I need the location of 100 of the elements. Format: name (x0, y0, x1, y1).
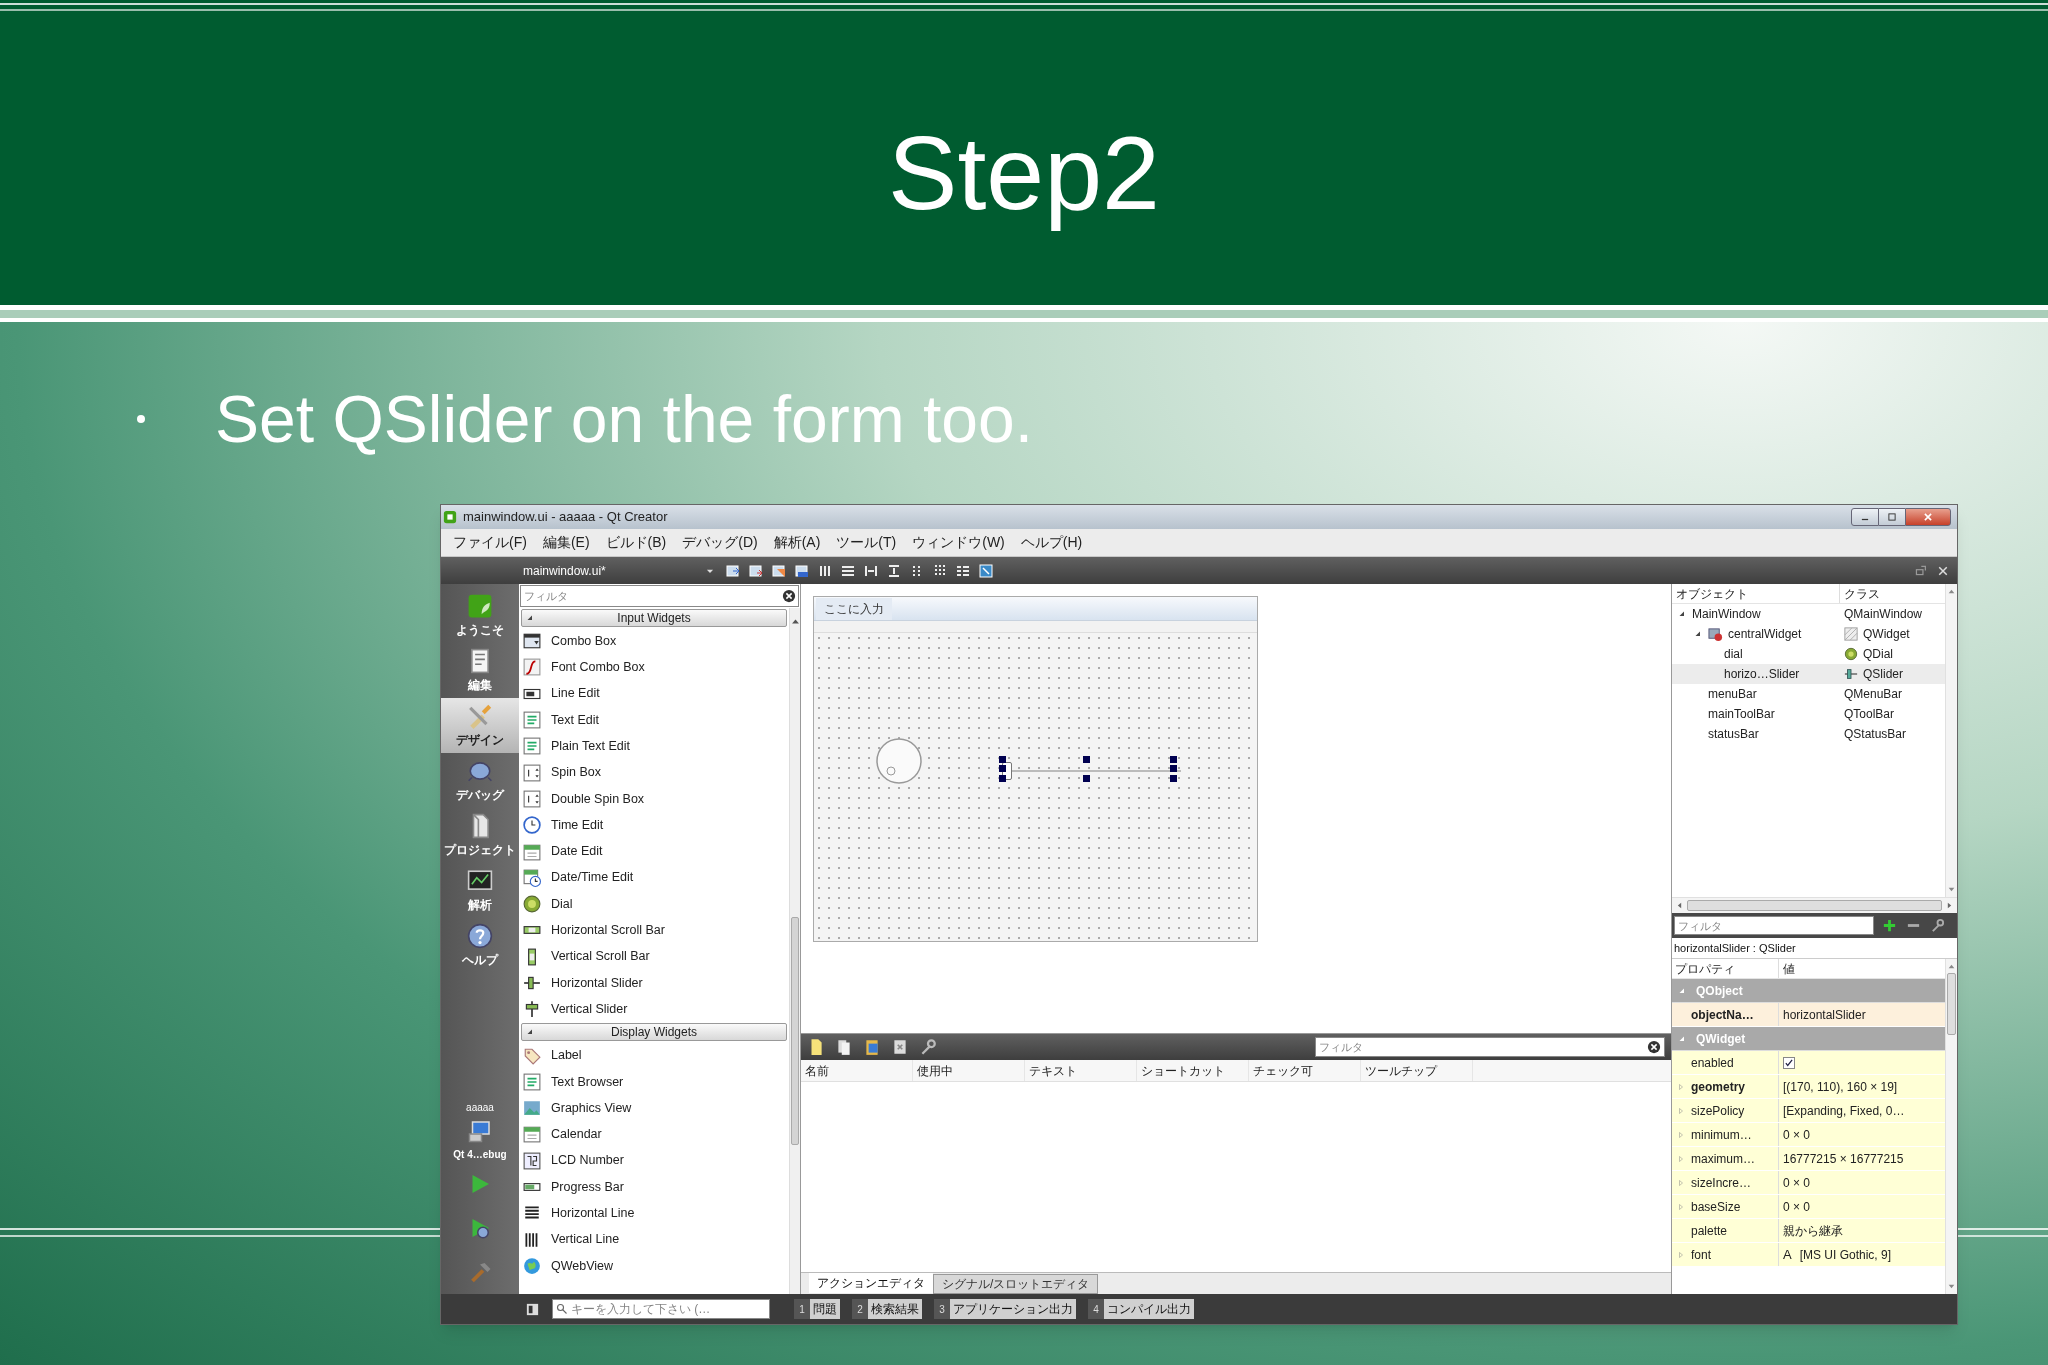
menu-item[interactable]: ファイル(F) (447, 532, 533, 553)
tree-row[interactable]: horizo…Slider QSlider (1672, 664, 1945, 684)
mode-button[interactable]: ヘルプ (441, 918, 519, 973)
widget-item[interactable]: QWebView (519, 1252, 789, 1280)
property-row[interactable]: palette 親から継承 (1672, 1219, 1945, 1243)
tag-icon (523, 1046, 541, 1065)
object-label: horizontalSlider : QSlider (1672, 938, 1957, 959)
tree-row[interactable]: MainWindow QMainWindow (1672, 604, 1945, 624)
column-header[interactable]: 値 (1779, 959, 1945, 978)
checkbox[interactable] (1783, 1056, 1795, 1069)
spin-box-icon (523, 789, 541, 808)
column-header[interactable]: チェック可 (1249, 1060, 1361, 1081)
window-icon (794, 562, 810, 579)
property-row[interactable]: baseSize 0 × 0 (1672, 1195, 1945, 1219)
slider-icon (523, 974, 541, 992)
widget-item[interactable]: Text Edit (519, 706, 789, 734)
search-field[interactable]: キーを入力して下さい (… (552, 1299, 770, 1319)
menu-placeholder[interactable]: ここに入力 (816, 597, 892, 620)
clear-icon (782, 589, 796, 603)
tree-row[interactable]: dial QDial (1672, 644, 1945, 664)
maximize-button[interactable] (1879, 508, 1905, 526)
property-row[interactable]: geometry [(170, 110), 160 × 19] (1672, 1075, 1945, 1099)
clock-icon (523, 816, 541, 835)
widget-item[interactable]: Line Edit (519, 680, 789, 707)
column-header[interactable]: ツールチップ (1361, 1060, 1473, 1081)
column-header[interactable]: プロパティ (1672, 959, 1779, 978)
widget-item[interactable]: Dial (519, 890, 789, 918)
menu-item[interactable]: ウィンドウ(W) (906, 532, 1011, 553)
tree-row[interactable]: centralWidget QWidget (1672, 624, 1945, 644)
widget-item[interactable]: Progress Bar (519, 1173, 789, 1201)
mode-button[interactable]: 編集 (441, 643, 519, 698)
hatched-square-icon (1844, 627, 1858, 641)
widget-item[interactable]: Horizontal Slider (519, 969, 789, 997)
menu-item[interactable]: デバッグ(D) (676, 532, 764, 553)
property-row[interactable]: maximum… 16777215 × 16777215 (1672, 1147, 1945, 1171)
column-header[interactable]: 名前 (801, 1060, 913, 1081)
dial-icon (523, 895, 541, 914)
file-tab[interactable]: mainwindow.ui* (519, 559, 719, 582)
wrench-icon (1929, 918, 1945, 933)
property-row[interactable]: minimum… 0 × 0 (1672, 1123, 1945, 1147)
widget-item[interactable]: LCD Number (519, 1147, 789, 1174)
column-header[interactable]: テキスト (1025, 1060, 1137, 1081)
filter-field[interactable]: フィルタ (521, 587, 782, 605)
scroll-thumb[interactable] (1947, 973, 1956, 1035)
tree-row[interactable]: mainToolBar QToolBar (1672, 704, 1945, 724)
widget-item[interactable]: Graphics View (519, 1095, 789, 1122)
close-button[interactable] (1905, 508, 1951, 526)
scroll-up-icon (790, 616, 801, 627)
scroll-up-icon (1947, 962, 1956, 971)
editor-tab[interactable]: アクションエディタ (809, 1273, 933, 1293)
picture-frame-icon (523, 1099, 541, 1118)
mode-button[interactable]: ようこそ (441, 588, 519, 643)
widget-item[interactable]: Horizontal Line (519, 1200, 789, 1227)
scroll-thumb[interactable] (1687, 900, 1942, 911)
dropdown-icon (523, 632, 541, 651)
widget-item[interactable]: Label (519, 1042, 789, 1069)
mode-button[interactable]: デザイン (441, 698, 519, 753)
scroll-thumb[interactable] (791, 917, 799, 1145)
text-area-icon (523, 711, 541, 730)
category-header[interactable]: Input Widgets (521, 609, 787, 627)
column-header[interactable]: オブジェクト (1672, 584, 1840, 603)
menu-item[interactable]: 編集(E) (536, 532, 596, 553)
menu-item[interactable]: ビルド(B) (599, 532, 673, 553)
widget-item[interactable]: Horizontal Scroll Bar (519, 917, 789, 944)
slide-title: Step2 (888, 113, 1160, 233)
widget-item[interactable]: Calendar (519, 1121, 789, 1148)
widget-item[interactable]: Date Edit (519, 838, 789, 865)
widget-item[interactable]: Spin Box (519, 759, 789, 786)
menu-item[interactable]: 解析(A) (767, 532, 827, 553)
property-row[interactable]: enabled (1672, 1051, 1945, 1075)
property-row[interactable]: sizePolicy [Expanding, Fixed, 0… (1672, 1099, 1945, 1123)
widget-item[interactable]: Text Browser (519, 1068, 789, 1096)
kit-label: Qt 4…ebug (452, 1148, 508, 1162)
menu-item[interactable]: ヘルプ(H) (1014, 532, 1089, 553)
menu-item[interactable]: ツール(T) (830, 532, 903, 553)
widget-item[interactable]: Vertical Slider (519, 996, 789, 1023)
mode-button[interactable]: デバッグ (441, 753, 519, 808)
widget-item[interactable]: Vertical Line (519, 1226, 789, 1253)
category-header[interactable]: Display Widgets (521, 1023, 787, 1042)
widget-item[interactable]: Vertical Scroll Bar (519, 943, 789, 970)
property-row[interactable]: font A [MS UI Gothic, 9] (1672, 1243, 1945, 1267)
property-row[interactable]: sizeIncre… 0 × 0 (1672, 1171, 1945, 1195)
widget-item[interactable]: Date/Time Edit (519, 864, 789, 891)
filter-field[interactable]: フィルタ (520, 585, 799, 607)
column-header[interactable]: 使用中 (913, 1060, 1025, 1081)
widget-item[interactable]: Double Spin Box (519, 785, 789, 813)
splitter-icon (886, 562, 902, 579)
widget-item[interactable]: Time Edit (519, 812, 789, 839)
editor-tab[interactable]: シグナル/スロットエディタ (933, 1274, 1099, 1294)
column-header[interactable]: ショートカット (1137, 1060, 1249, 1081)
minimize-button[interactable] (1851, 508, 1879, 526)
column-header[interactable]: クラス (1840, 584, 1945, 603)
tree-row[interactable]: menuBar QMenuBar (1672, 684, 1945, 704)
widget-item[interactable]: Plain Text Edit (519, 733, 789, 760)
widget-item[interactable]: Combo Box (519, 628, 789, 655)
widget-item[interactable]: Font Combo Box (519, 654, 789, 681)
tree-row[interactable]: statusBar QStatusBar (1672, 724, 1945, 744)
mode-button[interactable]: プロジェクト (441, 808, 519, 863)
mode-button[interactable]: 解析 (441, 863, 519, 918)
calendar-icon (523, 1125, 541, 1144)
